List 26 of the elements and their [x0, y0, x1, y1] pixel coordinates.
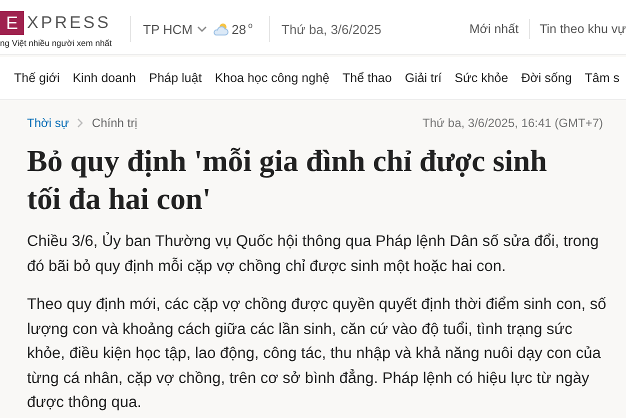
publish-time: Thứ ba, 3/6/2025, 16:41 (GMT+7)	[422, 116, 603, 130]
chevron-icon	[196, 26, 207, 32]
cloud-sun-icon	[212, 22, 229, 36]
location-dropdown[interactable]: TP HCM	[143, 22, 207, 36]
nav-item[interactable]: Giải trí	[404, 71, 442, 85]
nav-item[interactable]: Tâm s	[584, 71, 620, 85]
header-date: Thứ ba, 3/6/2025	[282, 22, 382, 36]
nav-item[interactable]: Thể thao	[342, 71, 392, 85]
nav-item[interactable]: Sức khỏe	[454, 71, 508, 85]
header-link[interactable]: Mới nhất	[469, 22, 519, 36]
header-link[interactable]: Tin theo khu vự	[540, 22, 626, 36]
chevron-right-icon	[76, 118, 84, 128]
nav-item[interactable]: Kinh doanh	[72, 71, 136, 85]
article-paragraph: Theo quy định mới, các cặp vợ chồng được quyền quyết định thời điểm sinh con, số lượng con và khoảng cách giữa các lần sinh, căn cứ vào độ tuổi, tình trạng sức khỏe, điều kiện học tập, lao động, công tác, thu nhập và khả năng nuôi dạy con của từng cá nhân, cặp vợ chồng, trên cơ sở bình đẳng. Pháp lệnh có hiệu lực từ ngày được thông qua.	[27, 295, 608, 413]
article-paragraph: Chiều 3/6, Ủy ban Thường vụ Quốc hội thông qua Pháp lệnh Dân số sửa đổi, trong đó bãi bỏ quy định mỗi cặp vợ chồng chỉ được sinh một hoặc hai con.	[27, 231, 600, 276]
nav-item[interactable]: Đời sống	[521, 71, 572, 85]
breadcrumb-link[interactable]: Thời sự	[27, 116, 69, 130]
nav-item[interactable]: Thế giới	[14, 71, 60, 85]
degree-sign: o	[248, 20, 253, 30]
breadcrumb-link[interactable]: Chính trị	[92, 116, 138, 130]
site-logo[interactable]: E XPRESS	[0, 10, 130, 34]
nav-item[interactable]: Khoa học công nghệ	[214, 71, 330, 85]
nav-item[interactable]: Pháp luật	[148, 71, 202, 85]
tagline: ng Việt nhiều người xem nhất	[0, 38, 113, 48]
temperature: 28	[232, 22, 246, 36]
article-title: Bỏ quy định 'mỗi gia đình chỉ được sinh tối đa hai con'	[27, 143, 548, 218]
